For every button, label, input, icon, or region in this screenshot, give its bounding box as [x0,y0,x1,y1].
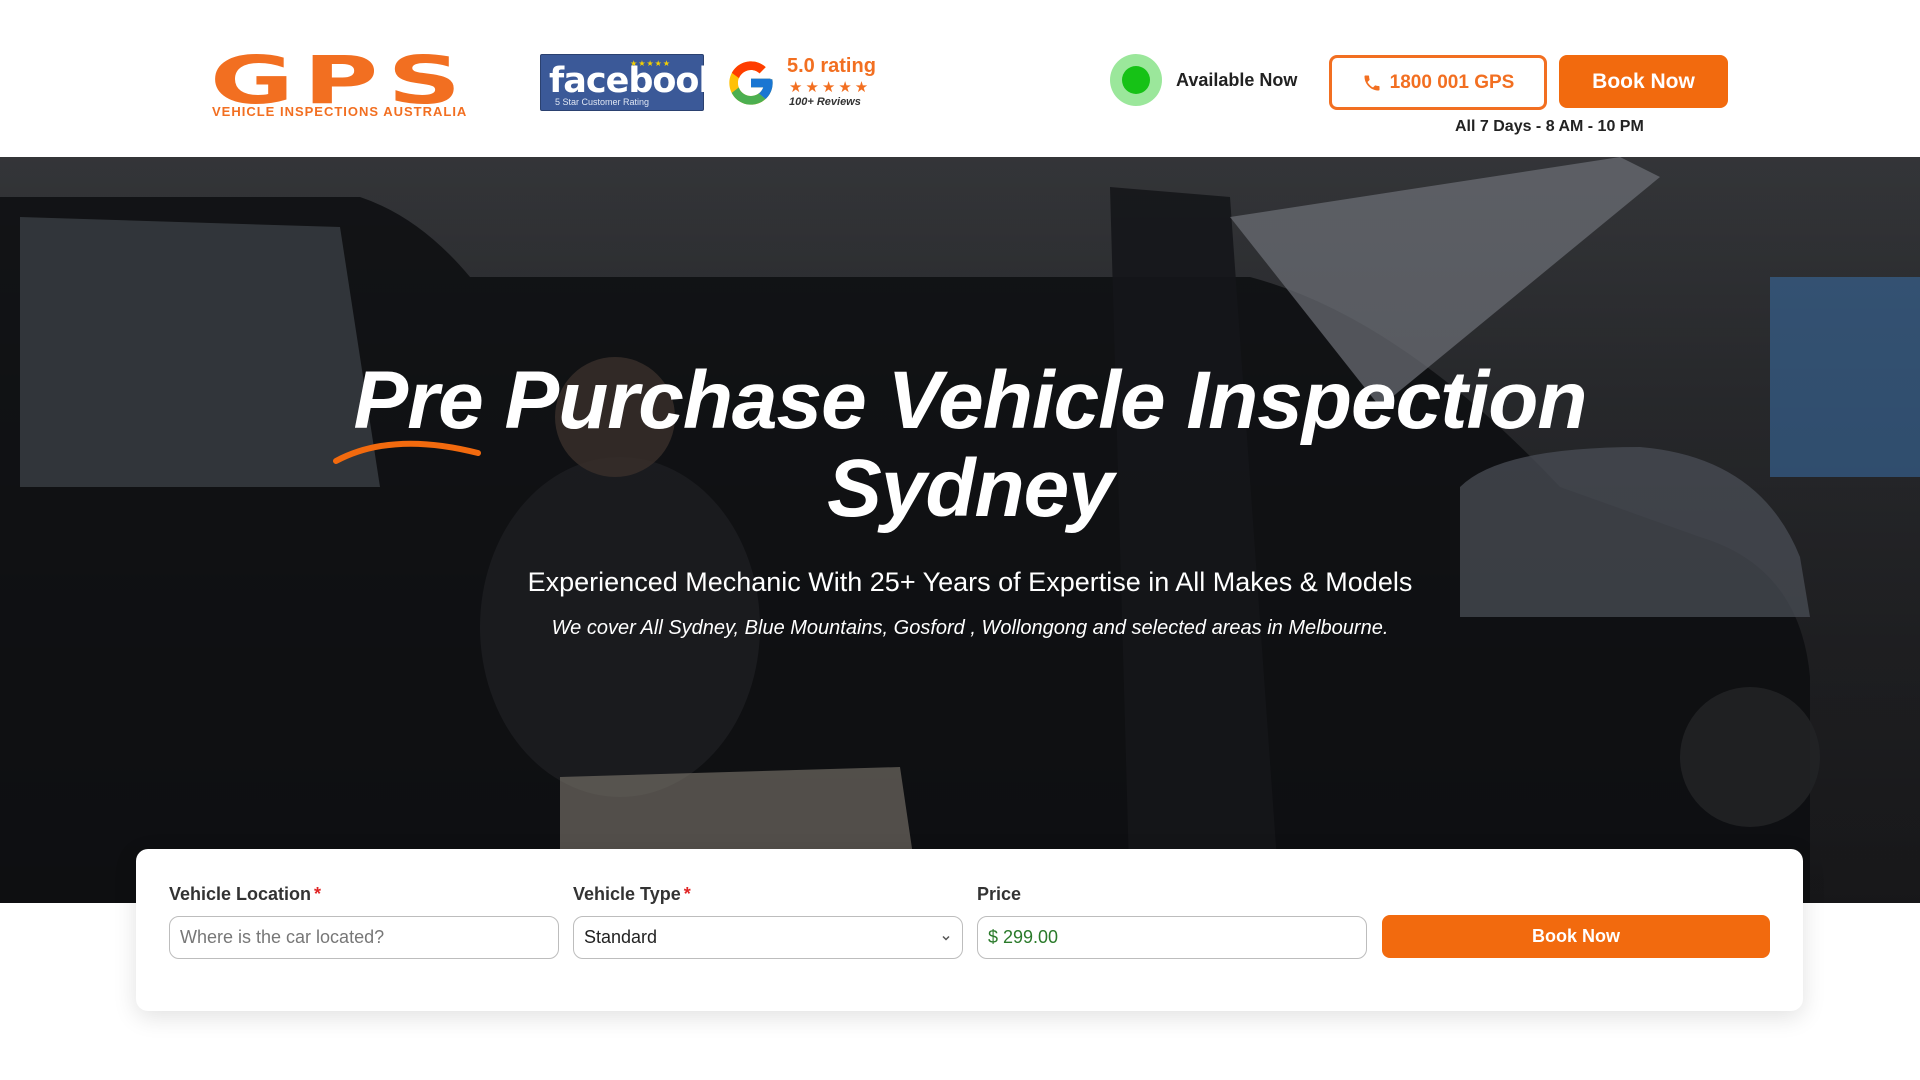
vehicle-location-field: Vehicle Location * [169,884,559,959]
availability-indicator: Available Now [1110,54,1298,106]
vehicle-type-selected: Standard [584,927,658,947]
hero-title-line-1: Pre Purchase Vehicle Inspection [353,355,1588,446]
facebook-wordmark: facebook [549,61,722,101]
call-phone-button[interactable]: 1800 001 GPS [1329,55,1547,110]
google-stars: ★★★★★ [789,79,872,96]
header-book-now-button[interactable]: Book Now [1559,55,1728,108]
status-dot-icon [1110,54,1162,106]
google-rating-badge[interactable]: 5.0 rating ★★★★★ 100+ Reviews [725,55,905,115]
price-field: Price $ 299.00 [977,884,1367,959]
gps-logo[interactable]: GPS VEHICLE INSPECTIONS AUSTRALIA [210,48,500,120]
vehicle-location-input[interactable] [169,916,559,959]
logo-tagline: VEHICLE INSPECTIONS AUSTRALIA [212,104,468,119]
price-value: $ 299.00 [988,927,1059,947]
opening-hours: All 7 Days - 8 AM - 10 PM [1455,118,1644,135]
hero-section: Pre Purchase Vehicle Inspection Sydney E… [0,157,1920,903]
booking-form: Vehicle Location* Vehicle Type* Standard… [136,849,1803,1011]
google-g-icon [729,61,773,105]
hero-subtitle: Experienced Mechanic With 25+ Years of E… [527,567,1413,597]
phone-number: 1800 001 GPS [1389,71,1515,93]
hero-title-line-2: Sydney [827,443,1114,534]
google-review-count: 100+ Reviews [789,96,861,108]
site-header: GPS VEHICLE INSPECTIONS AUSTRALIA ★★★★★ … [0,0,1920,157]
availability-text: Available Now [1176,69,1298,90]
facebook-rating-caption: 5 Star Customer Rating [555,97,650,107]
chevron-down-icon [942,935,950,941]
phone-icon [1364,75,1380,90]
vehicle-location-label: Vehicle Location [169,884,312,904]
price-display: $ 299.00 [977,916,1367,959]
required-mark: * [314,884,322,904]
form-book-now-button[interactable]: Book Now [1382,915,1770,958]
facebook-rating-badge[interactable]: ★★★★★ facebook 5 Star Customer Rating [540,54,722,111]
vehicle-type-field: Vehicle Type * Standard [573,884,963,959]
vehicle-type-label: Vehicle Type [573,884,681,904]
required-mark: * [683,884,691,904]
service-area-text: We cover All Sydney, Blue Mountains, Gos… [551,617,1389,639]
vehicle-type-select[interactable]: Standard [573,916,963,959]
price-label: Price [977,884,1022,904]
google-rating-value: 5.0 rating [787,55,876,77]
hero-title: Pre Purchase Vehicle Inspection Sydney [0,357,1920,533]
title-underline-swoosh [333,440,481,464]
